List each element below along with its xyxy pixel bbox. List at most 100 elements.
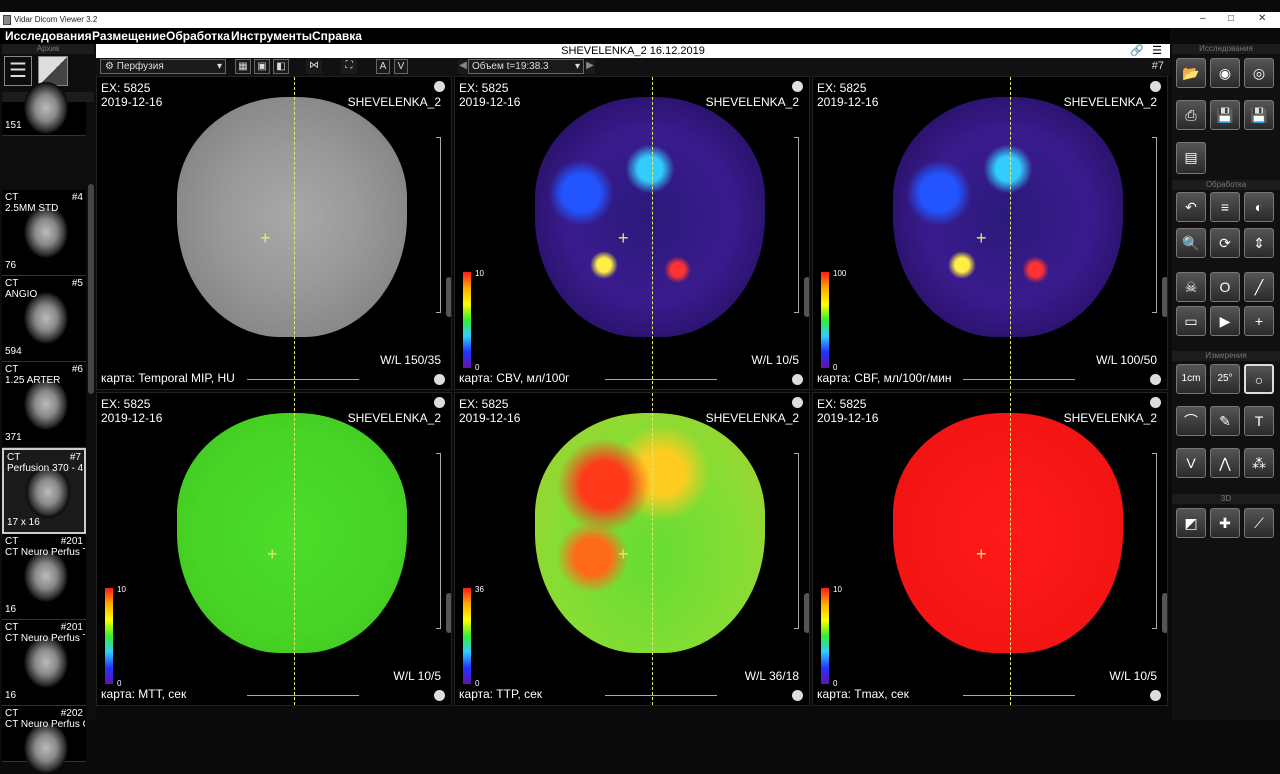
- window-level: W/L 10/5: [393, 669, 441, 683]
- prev-arrow-icon[interactable]: ◀: [458, 59, 468, 74]
- series-thumbnail[interactable]: CT #7 Perfusion 370 - 4 17 x 16: [2, 448, 86, 534]
- scroll-icon[interactable]: ⇕: [1244, 228, 1274, 258]
- window-level: W/L 150/35: [380, 353, 441, 367]
- rotate-icon[interactable]: ⟳: [1210, 228, 1240, 258]
- viewport-menu-icon[interactable]: [1150, 397, 1161, 408]
- viewport-scrollbar[interactable]: [446, 593, 451, 633]
- ellipse-roi-icon[interactable]: O: [1210, 272, 1240, 302]
- viewport-menu-icon[interactable]: [792, 81, 803, 92]
- menu-processing[interactable]: Обработка: [166, 29, 230, 43]
- measure-angle-button[interactable]: 25°: [1210, 364, 1240, 394]
- color-scale-max: 10: [833, 585, 842, 594]
- viewport-cbf[interactable]: EX: 5825 2019-12-16 SHEVELENKA_2 W/L 100/50…: [812, 76, 1168, 390]
- viewport-menu-icon[interactable]: [792, 397, 803, 408]
- measure-distance-button[interactable]: 1cm: [1176, 364, 1206, 394]
- save-as-icon[interactable]: 💾: [1244, 100, 1274, 130]
- btn-a[interactable]: A: [376, 59, 390, 74]
- menu-help[interactable]: Справка: [312, 29, 362, 43]
- viewport-cbv[interactable]: EX: 5825 2019-12-16 SHEVELENKA_2 W/L 10/5 ка…: [454, 76, 810, 390]
- list-view-icon[interactable]: ☰: [4, 56, 32, 86]
- zoom-icon[interactable]: 🔍: [1176, 228, 1206, 258]
- minimize-button[interactable]: –: [1200, 13, 1206, 24]
- midline-marker: [294, 393, 295, 705]
- viewport-options-icon[interactable]: [434, 690, 445, 701]
- volume-select[interactable]: Объем t=19:38.3 ▾: [468, 59, 584, 74]
- stack-icon[interactable]: ≡: [1210, 192, 1240, 222]
- color-scale-min: 0: [117, 679, 122, 688]
- viewport-options-icon[interactable]: [792, 374, 803, 385]
- undo-icon[interactable]: ↶: [1176, 192, 1206, 222]
- line-icon[interactable]: ╱: [1244, 272, 1274, 302]
- close-button[interactable]: ✕: [1258, 13, 1266, 24]
- grid-select-icon[interactable]: ▣: [254, 59, 270, 74]
- print-icon[interactable]: ⎙: [1176, 100, 1206, 130]
- series-thumbnail[interactable]: CT #4 2.5MM STD 76: [2, 190, 86, 276]
- viewport-options-icon[interactable]: [434, 374, 445, 385]
- viewport-menu-icon[interactable]: [1150, 81, 1161, 92]
- volume-measure-button[interactable]: V: [1176, 448, 1206, 478]
- viewport-scrollbar[interactable]: [804, 593, 809, 633]
- scalpel-icon[interactable]: ⟋: [1244, 508, 1274, 538]
- series-thumbnail[interactable]: CT #201CT Neuro Perfus Temporal MIP 16: [2, 620, 86, 706]
- viewport-tmax[interactable]: EX: 5825 2019-12-16 SHEVELENKA_2 W/L 10/5 ка…: [812, 392, 1168, 706]
- viewport-options-icon[interactable]: [792, 690, 803, 701]
- save-icon[interactable]: 💾: [1210, 100, 1240, 130]
- brightness-icon[interactable]: ◐: [1244, 192, 1274, 222]
- btn-v[interactable]: V: [394, 59, 408, 74]
- section-measure: Измерения: [1172, 351, 1280, 361]
- menu-studies[interactable]: Исследования: [5, 29, 92, 43]
- text-icon[interactable]: T: [1244, 406, 1274, 436]
- sidebar-scrollbar[interactable]: [88, 184, 94, 394]
- series-thumbnail[interactable]: CT #5 ANGIO 594: [2, 276, 86, 362]
- compare-icon[interactable]: ▤: [1176, 142, 1206, 174]
- exam-info: EX: 5825 2019-12-16: [459, 81, 520, 109]
- patient-name: SHEVELENKA_2: [1063, 95, 1157, 109]
- menubar: Исследования Размещение Обработка Инстру…: [0, 28, 1170, 44]
- series-number: #6: [71, 364, 83, 375]
- viewport-scrollbar[interactable]: [446, 277, 451, 317]
- disc-icon[interactable]: ◎: [1244, 58, 1274, 88]
- grid-icon[interactable]: ▦: [235, 59, 251, 74]
- polygon-icon[interactable]: ⋀: [1210, 448, 1240, 478]
- viewport-scrollbar[interactable]: [1162, 593, 1167, 633]
- viewport-scrollbar[interactable]: [804, 277, 809, 317]
- series-thumbnail[interactable]: 151: [2, 82, 86, 136]
- viewport-scrollbar[interactable]: [1162, 277, 1167, 317]
- skull-icon[interactable]: ☠: [1176, 272, 1206, 302]
- pencil-icon[interactable]: ✎: [1210, 406, 1240, 436]
- viewport-gray[interactable]: EX: 5825 2019-12-16 SHEVELENKA_2 W/L 150/35…: [96, 76, 452, 390]
- window-icon[interactable]: ▭: [1176, 306, 1206, 336]
- ellipse-measure-icon[interactable]: ○: [1244, 364, 1274, 394]
- 3d-recon-icon[interactable]: ◩: [1176, 508, 1206, 538]
- pattern-icon[interactable]: ⁂: [1244, 448, 1274, 478]
- flip-icon[interactable]: ⋈: [306, 59, 322, 74]
- viewport-options-icon[interactable]: [1150, 374, 1161, 385]
- menu-tools[interactable]: Инструменты: [231, 29, 312, 43]
- burn-disc-icon[interactable]: ◉: [1210, 58, 1240, 88]
- viewport-mtt[interactable]: EX: 5825 2019-12-16 SHEVELENKA_2 W/L 10/5 ка…: [96, 392, 452, 706]
- series-thumbnail[interactable]: CT #202CT Neuro Perfus Cerebral Blood F: [2, 706, 86, 774]
- polyline-icon[interactable]: ⌒: [1176, 406, 1206, 436]
- image-icon[interactable]: ◧: [273, 59, 289, 74]
- patient-name: SHEVELENKA_2: [1063, 411, 1157, 425]
- maximize-button[interactable]: □: [1228, 13, 1234, 24]
- series-thumbnail[interactable]: CT #201CT Neuro Perfus Temporal MIP 16: [2, 534, 86, 620]
- next-arrow-icon[interactable]: ▶: [585, 59, 595, 74]
- crosshair-icon[interactable]: ✚: [1210, 508, 1240, 538]
- open-folder-icon[interactable]: 📂: [1176, 58, 1206, 88]
- viewport-options-icon[interactable]: [1150, 690, 1161, 701]
- viewport-ttp[interactable]: EX: 5825 2019-12-16 SHEVELENKA_2 W/L 36/18 к…: [454, 392, 810, 706]
- series-thumbnail[interactable]: CT #6 1.25 ARTER 371: [2, 362, 86, 448]
- menu-layout[interactable]: Размещение: [92, 29, 166, 43]
- add-icon[interactable]: +: [1244, 306, 1274, 336]
- cine-icon[interactable]: ▶: [1210, 306, 1240, 336]
- mode-select[interactable]: ⚙ Перфузия ▾: [100, 59, 226, 74]
- map-label: карта: CBF, мл/100г/мин: [817, 371, 952, 385]
- viewport-menu-icon[interactable]: [434, 397, 445, 408]
- fit-icon[interactable]: ⛶: [341, 59, 357, 74]
- series-description: CT Neuro Perfus Temporal MIP: [5, 633, 85, 644]
- menu-hamburger-icon[interactable]: ☰: [1152, 44, 1162, 58]
- series-count: 371: [5, 432, 22, 443]
- viewport-menu-icon[interactable]: [434, 81, 445, 92]
- link-icon[interactable]: 🔗: [1130, 44, 1144, 58]
